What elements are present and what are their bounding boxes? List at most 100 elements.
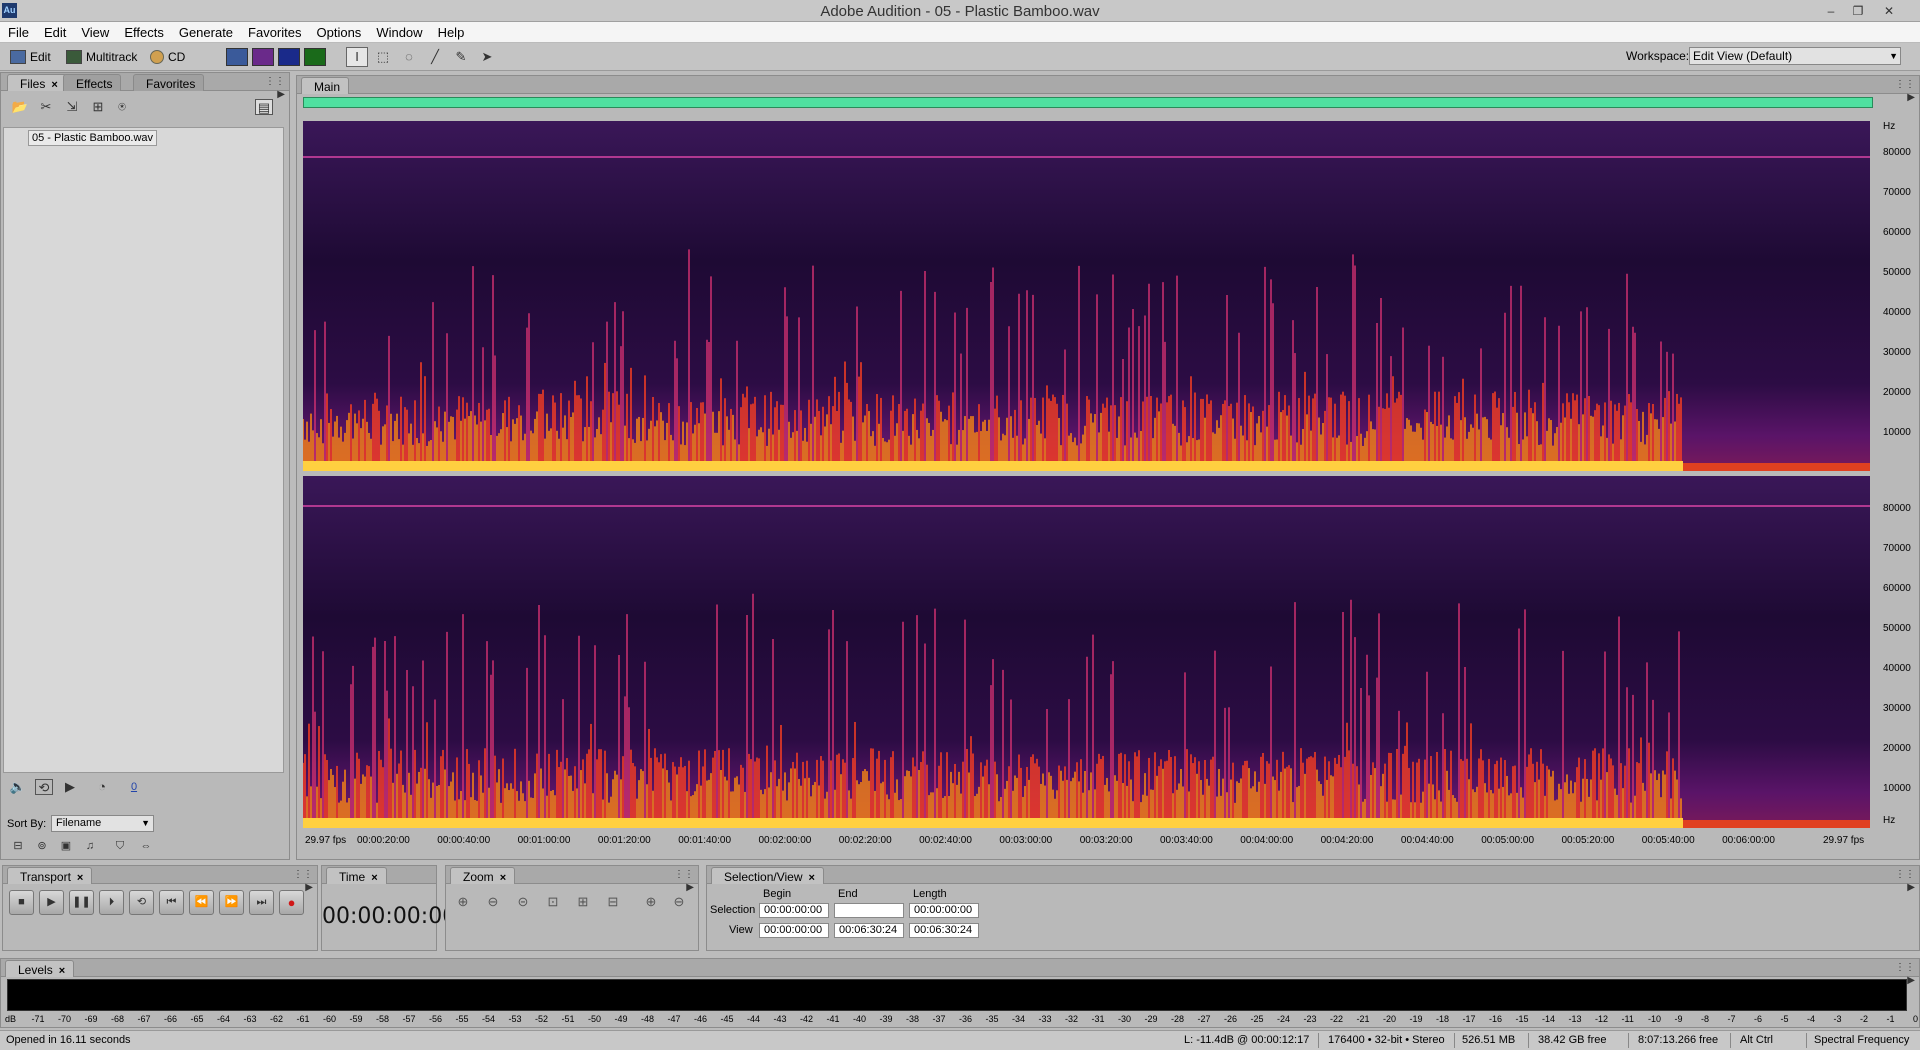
play-button[interactable]: ▶: [39, 890, 64, 915]
time-ruler[interactable]: 29.97 fps 00:00:20:00 00:00:40:00 00:01:00…: [303, 831, 1870, 849]
minimize-button[interactable]: –: [1819, 1, 1843, 21]
panel-menu-icon[interactable]: ⋮⋮ ▶: [1891, 868, 1915, 893]
tab-effects[interactable]: Effects: [63, 74, 122, 91]
view-options-icon[interactable]: ▤: [255, 99, 273, 115]
menu-help[interactable]: Help: [430, 22, 472, 43]
overview-bar[interactable]: [303, 97, 1873, 108]
record-button[interactable]: ●: [279, 890, 304, 915]
zoom-in-horizontal-icon[interactable]: ⊕: [452, 892, 474, 912]
move-tool-icon[interactable]: ➤: [476, 47, 498, 67]
edit-view-button[interactable]: Edit: [10, 47, 51, 67]
view-end-field[interactable]: 00:06:30:24: [834, 923, 904, 938]
show-midi-icon[interactable]: ♫: [81, 838, 99, 854]
close-file-icon[interactable]: ✂: [37, 99, 55, 115]
show-files-icon[interactable]: ⊟: [9, 838, 27, 854]
hz-label: 20000: [1883, 387, 1911, 398]
filter-icon[interactable]: ⛉: [111, 838, 129, 854]
spectral-phase-button[interactable]: [304, 48, 326, 66]
panel-menu-icon[interactable]: ⋮⋮ ▶: [289, 868, 313, 893]
workspace-select[interactable]: Edit View (Default) ▼: [1689, 47, 1901, 65]
close-icon[interactable]: ×: [371, 872, 377, 884]
tab-transport[interactable]: Transport ×: [7, 867, 93, 884]
close-icon[interactable]: ×: [51, 79, 57, 91]
open-file-icon[interactable]: 📂: [11, 99, 29, 115]
fast-forward-button[interactable]: ⏩: [219, 890, 244, 915]
panel-menu-icon[interactable]: ⋮⋮ ▶: [670, 868, 694, 893]
selection-length-field[interactable]: 00:00:00:00: [909, 903, 979, 918]
timeline-label: 00:02:40:00: [919, 835, 972, 846]
menu-window[interactable]: Window: [368, 22, 429, 43]
spectral-display-right-channel[interactable]: [303, 476, 1870, 828]
menu-edit[interactable]: Edit: [36, 22, 73, 43]
restore-button[interactable]: ❐: [1846, 1, 1870, 21]
selection-begin-field[interactable]: 00:00:00:00: [759, 903, 829, 918]
tab-zoom[interactable]: Zoom ×: [450, 867, 516, 884]
workspace-value: Edit View (Default): [1693, 49, 1793, 63]
sort-by-select[interactable]: Filename ▼: [51, 815, 154, 832]
show-video-icon[interactable]: ▣: [57, 838, 75, 854]
pause-button[interactable]: ❚❚: [69, 890, 94, 915]
close-icon[interactable]: ×: [809, 872, 815, 884]
speaker-icon[interactable]: 🔈: [9, 779, 27, 795]
zoom-out-full-icon[interactable]: ⊝: [512, 892, 534, 912]
tab-main[interactable]: Main: [301, 77, 350, 94]
spectral-display-left-channel[interactable]: [303, 121, 1870, 471]
close-button[interactable]: ✕: [1877, 1, 1901, 21]
cd-view-button[interactable]: CD: [150, 47, 185, 67]
close-icon[interactable]: ×: [500, 872, 506, 884]
volume-icon[interactable]: ◔: [93, 779, 111, 795]
go-to-end-button[interactable]: ⏭: [249, 890, 274, 915]
tab-files[interactable]: Files ×: [7, 74, 67, 91]
spot-healing-tool-icon[interactable]: ✎: [450, 47, 472, 67]
marquee-tool-icon[interactable]: ⬚: [372, 47, 394, 67]
import-icon[interactable]: ⇲: [63, 99, 81, 115]
selection-end-field[interactable]: [834, 903, 904, 918]
zoom-right-edge-icon[interactable]: ⊟: [602, 892, 624, 912]
zoom-left-edge-icon[interactable]: ⊞: [572, 892, 594, 912]
menu-effects[interactable]: Effects: [116, 22, 171, 43]
play-preview-icon[interactable]: ▶: [61, 779, 79, 795]
level-scale-label: -23: [1303, 1014, 1317, 1024]
panel-menu-icon[interactable]: ⋮⋮ ▶: [1891, 78, 1915, 103]
close-icon[interactable]: ×: [59, 965, 65, 977]
menu-generate[interactable]: Generate: [171, 22, 240, 43]
view-length-field[interactable]: 00:06:30:24: [909, 923, 979, 938]
level-scale-label: -42: [800, 1014, 814, 1024]
waveform-view-button[interactable]: [226, 48, 248, 66]
show-loops-icon[interactable]: ⊚: [33, 838, 51, 854]
tab-time[interactable]: Time ×: [326, 867, 387, 884]
brush-tool-icon[interactable]: ╱: [424, 47, 446, 67]
panel-menu-icon[interactable]: ⋮⋮ ▶: [261, 75, 285, 100]
menu-options[interactable]: Options: [309, 22, 369, 43]
edit-file-icon[interactable]: ⍟: [113, 99, 131, 115]
panel-menu-icon[interactable]: ⋮⋮ ▶: [1891, 961, 1915, 986]
play-to-end-button[interactable]: ⏵: [99, 890, 124, 915]
zoom-in-vertical-icon[interactable]: ⊕: [640, 892, 662, 912]
tab-selection-view[interactable]: Selection/View ×: [711, 867, 824, 884]
menu-favorites[interactable]: Favorites: [240, 22, 308, 43]
insert-icon[interactable]: ⊞: [89, 99, 107, 115]
zoom-selection-icon[interactable]: ⊡: [542, 892, 564, 912]
time-selection-tool-icon[interactable]: I: [346, 47, 368, 67]
loop-icon[interactable]: ⟲: [35, 779, 53, 795]
lasso-tool-icon[interactable]: ◌: [398, 47, 420, 67]
view-begin-field[interactable]: 00:00:00:00: [759, 923, 829, 938]
tab-favorites[interactable]: Favorites: [133, 74, 205, 91]
zoom-out-horizontal-icon[interactable]: ⊖: [482, 892, 504, 912]
list-item[interactable]: 05 - Plastic Bamboo.wav: [28, 130, 158, 146]
multitrack-view-button[interactable]: Multitrack: [66, 47, 137, 67]
stop-button[interactable]: ■: [9, 890, 34, 915]
preview-counter[interactable]: 0: [125, 779, 143, 795]
go-to-start-button[interactable]: ⏮: [159, 890, 184, 915]
spectral-pan-button[interactable]: [278, 48, 300, 66]
window-title: Adobe Audition - 05 - Plastic Bamboo.wav: [820, 3, 1100, 20]
rewind-button[interactable]: ⏪: [189, 890, 214, 915]
menu-file[interactable]: File: [0, 22, 36, 43]
zoom-out-vertical-icon[interactable]: ⊖: [668, 892, 690, 912]
menu-view[interactable]: View: [73, 22, 116, 43]
tab-levels[interactable]: Levels ×: [5, 960, 75, 977]
loop-button[interactable]: ⟲: [129, 890, 154, 915]
close-icon[interactable]: ×: [77, 872, 83, 884]
full-path-icon[interactable]: ⇔: [137, 838, 155, 854]
spectral-frequency-button[interactable]: [252, 48, 274, 66]
